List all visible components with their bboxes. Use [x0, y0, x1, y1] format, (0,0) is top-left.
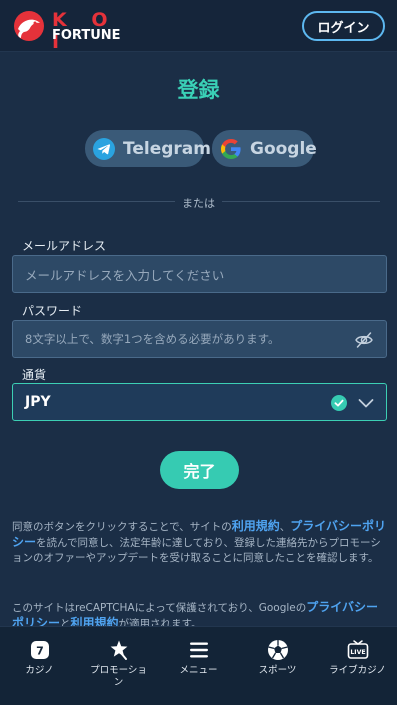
- eye-off-icon[interactable]: [354, 330, 374, 350]
- recaptcha-text: このサイトはreCAPTCHAによって保護されており、Googleのプライバシー…: [12, 600, 388, 626]
- currency-select[interactable]: JPY: [12, 383, 387, 421]
- currency-label: 通貨: [22, 368, 47, 382]
- google-label: Google: [250, 138, 317, 159]
- bottom-nav: 7 カジノ プロモーション メニュー スポーツ LIVE ライブカジノ: [0, 626, 397, 705]
- nav-label-sports: スポーツ: [258, 665, 297, 676]
- nav-label-promotion: プロモーション: [90, 665, 147, 688]
- nav-label-live-casino: ライブカジノ: [329, 665, 386, 676]
- nav-label-casino: カジノ: [25, 665, 54, 676]
- consent-text: 同意のボタンをクリックすることで、サイトの利用規約、プライバシーポリシーを読んで…: [12, 519, 388, 566]
- recaptcha-text-part3: が適用されます。: [118, 618, 202, 626]
- page-title: 登録: [177, 78, 220, 102]
- email-label: メールアドレス: [22, 239, 107, 253]
- check-circle-icon: [331, 395, 347, 411]
- password-label: パスワード: [22, 304, 83, 318]
- google-terms-link[interactable]: 利用規約: [71, 616, 119, 626]
- header: K O I FORTUNE ログイン: [0, 0, 397, 53]
- nav-item-live-casino[interactable]: LIVE ライブカジノ: [318, 627, 397, 705]
- consent-text-part2: 、: [279, 521, 291, 533]
- telegram-login-button[interactable]: Telegram: [85, 130, 211, 167]
- chevron-down-icon: [358, 399, 374, 408]
- promotion-icon: [110, 640, 127, 660]
- submit-button[interactable]: 完了: [160, 451, 239, 489]
- telegram-icon: [93, 137, 115, 160]
- recaptcha-text-part2: と: [60, 618, 71, 626]
- currency-value: JPY: [25, 394, 51, 410]
- logo-fortune-text: FORTUNE: [52, 28, 121, 43]
- google-login-button[interactable]: Google: [212, 130, 317, 167]
- nav-item-menu[interactable]: メニュー: [159, 627, 238, 705]
- recaptcha-text-part1: このサイトはreCAPTCHAによって保護されており、Googleの: [12, 602, 307, 614]
- consent-text-part3: を読んで同意し、法定年齢に達しており、登録した連絡先からプロモーションのオファー…: [12, 537, 381, 564]
- nav-item-casino[interactable]: 7 カジノ: [0, 627, 79, 705]
- casino-icon: 7: [30, 641, 49, 659]
- live-casino-icon: LIVE: [347, 640, 368, 659]
- divider-right: [222, 201, 380, 202]
- email-field[interactable]: メールアドレスを入力してください: [12, 255, 387, 293]
- koi-fortune-logo[interactable]: K O I FORTUNE: [12, 9, 132, 53]
- live-badge-text: LIVE: [350, 649, 365, 656]
- google-icon: [221, 138, 241, 159]
- telegram-label: Telegram: [123, 138, 211, 159]
- svg-text:7: 7: [36, 645, 44, 658]
- nav-label-menu: メニュー: [179, 665, 218, 676]
- soccer-ball-icon: [267, 640, 288, 660]
- login-button[interactable]: ログイン: [302, 11, 385, 41]
- consent-text-part1: 同意のボタンをクリックすることで、サイトの: [12, 521, 232, 533]
- koi-fish-logo-icon: [14, 11, 44, 41]
- menu-icon: [189, 642, 208, 658]
- terms-link[interactable]: 利用規約: [232, 519, 280, 533]
- password-field[interactable]: 8文字以上で、数字1つを含める必要があります。: [12, 320, 387, 358]
- nav-item-promotion[interactable]: プロモーション: [79, 627, 158, 705]
- divider-or-text: または: [182, 197, 215, 210]
- divider-left: [18, 201, 175, 202]
- nav-item-sports[interactable]: スポーツ: [238, 627, 317, 705]
- password-placeholder: 8文字以上で、数字1つを含める必要があります。: [25, 332, 280, 346]
- email-placeholder: メールアドレスを入力してください: [25, 267, 225, 283]
